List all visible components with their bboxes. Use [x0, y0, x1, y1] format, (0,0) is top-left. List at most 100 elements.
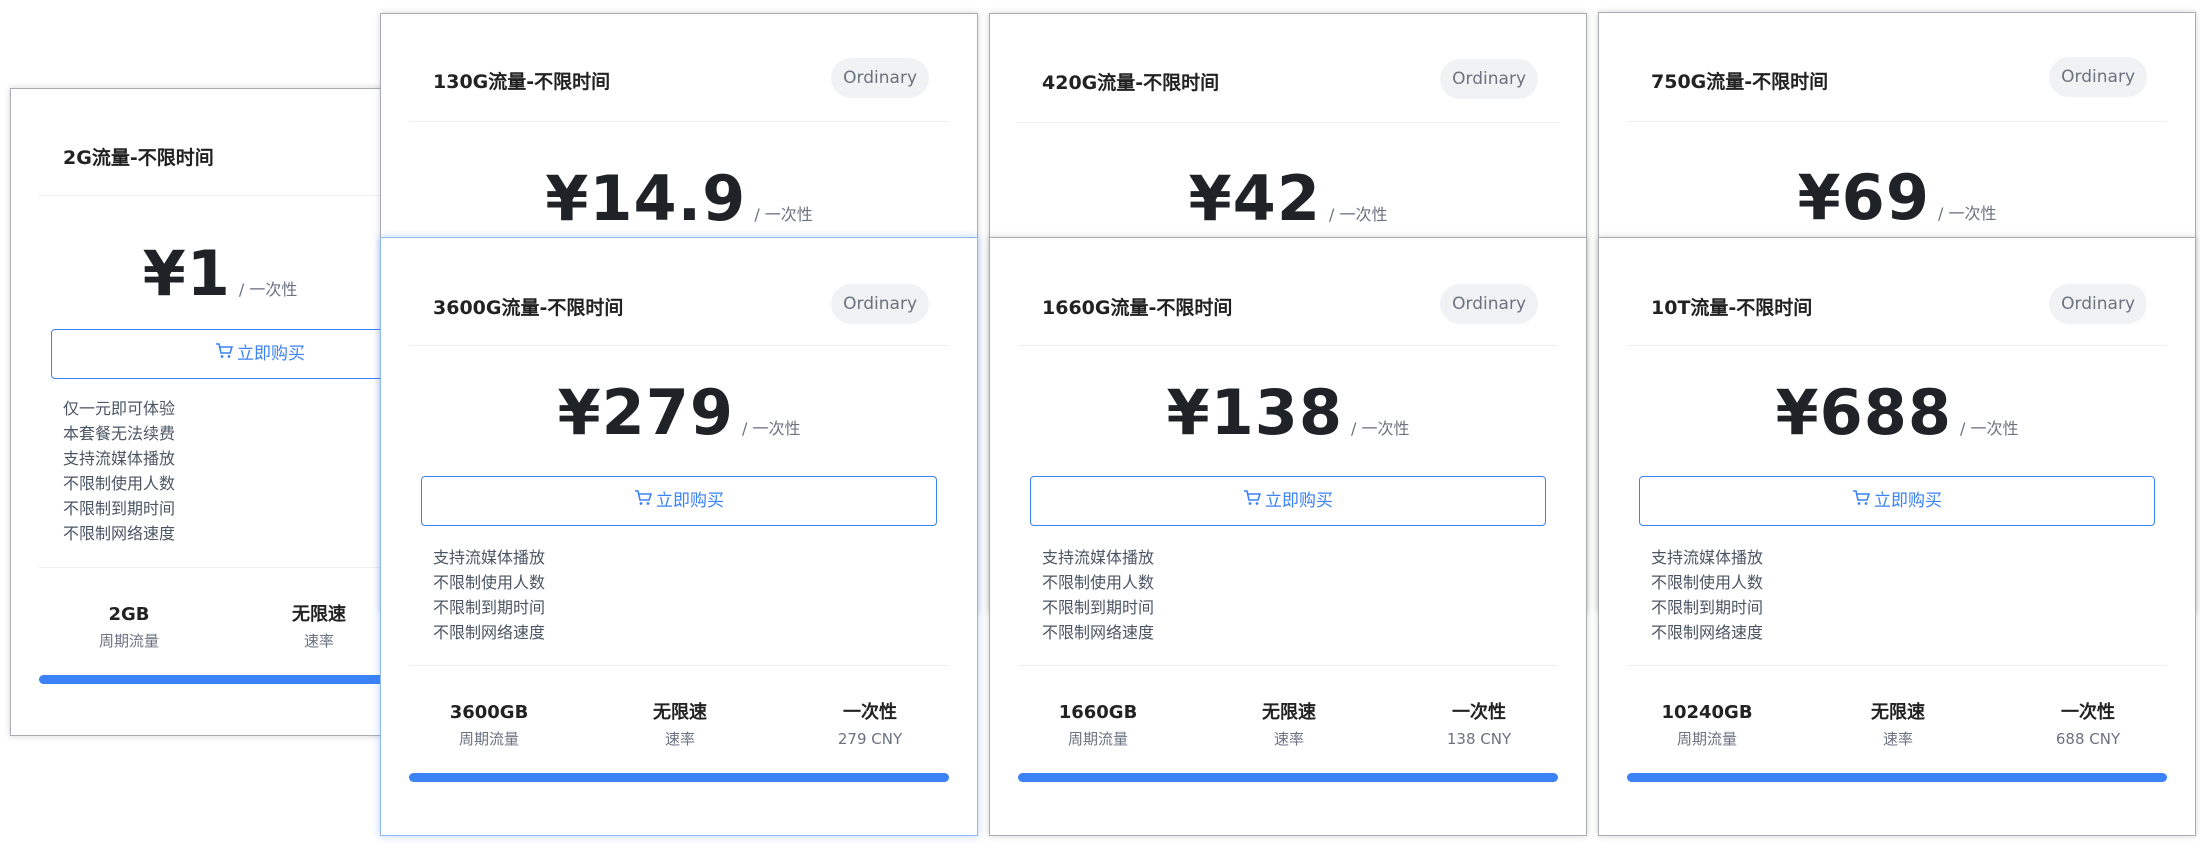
stat-traffic: 10240GB 周期流量 — [1617, 700, 1797, 750]
plan-title: 420G流量-不限时间 — [1042, 72, 1220, 94]
divider — [1627, 345, 2167, 346]
buy-button-label: 立即购买 — [656, 491, 724, 511]
price-row: ¥14.9 / 一次性 — [381, 162, 977, 235]
buy-button[interactable]: 立即购买 — [1030, 476, 1546, 526]
buy-button-label: 立即购买 — [237, 344, 305, 364]
divider — [1627, 121, 2167, 122]
stat-label: 周期流量 — [1676, 730, 1737, 748]
stat-value: 无限速 — [1262, 702, 1316, 723]
stat-label: 速率 — [664, 730, 695, 748]
price-row: ¥69 / 一次性 — [1599, 161, 2195, 234]
stat-value: 一次性 — [1452, 702, 1506, 723]
stat-value: 3600GB — [449, 702, 529, 723]
plan-title: 1660G流量-不限时间 — [1042, 297, 1233, 319]
divider — [409, 665, 949, 666]
progress-bar — [39, 675, 401, 684]
price-unit: / 一次性 — [1351, 419, 1410, 438]
feature-item: 不限制使用人数 — [1651, 573, 1764, 592]
stat-traffic: 1660GB 周期流量 — [1008, 700, 1188, 750]
stats-row: 10240GB 周期流量 无限速 速率 一次性 688 CNY — [1627, 700, 2167, 760]
divider — [39, 567, 401, 568]
feature-item: 支持流媒体播放 — [433, 548, 546, 567]
plan-title: 3600G流量-不限时间 — [433, 297, 624, 319]
plan-title: 10T流量-不限时间 — [1651, 297, 1813, 319]
plan-price: ¥688 — [1775, 376, 1953, 449]
price-unit: / 一次性 — [1328, 205, 1388, 224]
divider — [39, 195, 401, 196]
plan-card-2g: 2G流量-不限时间 ¥1 / 一次性 立即购买 仅一元即可体验 本套餐无法续费 支… — [10, 88, 469, 736]
stat-period: 一次性 688 CNY — [1998, 700, 2178, 750]
stat-value: 一次性 — [2061, 702, 2115, 723]
stat-speed: 无限速 速率 — [1808, 700, 1988, 750]
price-unit: / 一次性 — [754, 205, 813, 224]
stat-value: 一次性 — [843, 702, 897, 723]
price-row: ¥688 / 一次性 — [1599, 376, 2195, 449]
feature-item: 不限制网络速度 — [1651, 623, 1764, 642]
feature-item: 支持流媒体播放 — [1042, 548, 1155, 567]
feature-item: 不限制到期时间 — [1651, 598, 1764, 617]
plan-title: 2G流量-不限时间 — [63, 147, 214, 169]
feature-item: 不限制使用人数 — [433, 573, 546, 592]
stat-period: 一次性 279 CNY — [780, 700, 960, 750]
plan-price: ¥14.9 — [545, 162, 747, 235]
divider — [1018, 665, 1558, 666]
divider — [1018, 345, 1558, 346]
plan-card-1660g[interactable]: 1660G流量-不限时间 Ordinary ¥138 / 一次性 立即购买 支持流… — [989, 237, 1587, 836]
stat-label: 周期流量 — [98, 632, 159, 650]
feature-list: 支持流媒体播放 不限制使用人数 不限制到期时间 不限制网络速度 — [1651, 545, 2155, 645]
stats-row: 3600GB 周期流量 无限速 速率 一次性 279 CNY — [409, 700, 949, 760]
divider — [409, 121, 949, 122]
divider — [409, 345, 949, 346]
stat-label: 279 CNY — [837, 730, 903, 748]
plan-card-3600g[interactable]: 3600G流量-不限时间 Ordinary ¥279 / 一次性 立即购买 支持流… — [380, 237, 978, 836]
divider — [1627, 665, 2167, 666]
stat-label: 周期流量 — [458, 730, 519, 748]
shopping-cart-icon — [1243, 477, 1262, 525]
plan-badge: Ordinary — [1440, 284, 1538, 324]
stat-value: 1660GB — [1058, 702, 1138, 723]
stat-label: 速率 — [1882, 730, 1913, 748]
stat-label: 周期流量 — [1067, 730, 1128, 748]
plan-title: 750G流量-不限时间 — [1651, 71, 1829, 93]
stat-label: 688 CNY — [2055, 730, 2121, 748]
plan-badge: Ordinary — [1440, 59, 1538, 99]
feature-item: 不限制网络速度 — [433, 623, 546, 642]
feature-item: 不限制到期时间 — [1042, 598, 1155, 617]
stat-value: 无限速 — [653, 702, 707, 723]
price-unit: / 一次性 — [1937, 204, 1997, 223]
plan-price: ¥279 — [557, 376, 735, 449]
buy-button-label: 立即购买 — [1874, 491, 1942, 511]
stat-label: 138 CNY — [1446, 730, 1512, 748]
plan-price: ¥42 — [1188, 162, 1321, 235]
plan-badge: Ordinary — [2049, 57, 2147, 97]
stat-traffic: 3600GB 周期流量 — [399, 700, 579, 750]
buy-button[interactable]: 立即购买 — [1639, 476, 2155, 526]
feature-list: 支持流媒体播放 不限制使用人数 不限制到期时间 不限制网络速度 — [1042, 545, 1546, 645]
plan-badge: Ordinary — [831, 58, 929, 98]
stat-speed: 无限速 速率 — [1199, 700, 1379, 750]
feature-item: 不限制到期时间 — [63, 499, 176, 518]
feature-item: 支持流媒体播放 — [1651, 548, 1764, 567]
stats-row: 1660GB 周期流量 无限速 速率 一次性 138 CNY — [1018, 700, 1558, 760]
plan-price: ¥1 — [142, 237, 231, 310]
stat-period: 一次性 138 CNY — [1389, 700, 1569, 750]
stat-speed: 无限速 速率 — [590, 700, 770, 750]
price-row: ¥1 / 一次性 — [11, 237, 429, 310]
plan-price: ¥69 — [1797, 161, 1930, 234]
feature-item: 不限制使用人数 — [63, 474, 176, 493]
feature-item: 不限制使用人数 — [1042, 573, 1155, 592]
stats-row: 2GB 周期流量 无限速 速率 — [39, 602, 401, 662]
price-unit: / 一次性 — [238, 280, 298, 299]
plan-title: 130G流量-不限时间 — [433, 71, 611, 93]
price-unit: / 一次性 — [1960, 419, 2019, 438]
shopping-cart-icon — [634, 477, 653, 525]
divider — [1018, 122, 1558, 123]
progress-bar — [1018, 773, 1558, 782]
feature-item: 不限制网络速度 — [63, 524, 176, 543]
progress-bar — [409, 773, 949, 782]
plan-badge: Ordinary — [2049, 284, 2147, 324]
plan-card-10t[interactable]: 10T流量-不限时间 Ordinary ¥688 / 一次性 立即购买 支持流媒体… — [1598, 237, 2196, 836]
feature-item: 支持流媒体播放 — [63, 449, 176, 468]
buy-button[interactable]: 立即购买 — [421, 476, 937, 526]
feature-list: 仅一元即可体验 本套餐无法续费 支持流媒体播放 不限制使用人数 不限制到期时间 … — [63, 396, 389, 546]
